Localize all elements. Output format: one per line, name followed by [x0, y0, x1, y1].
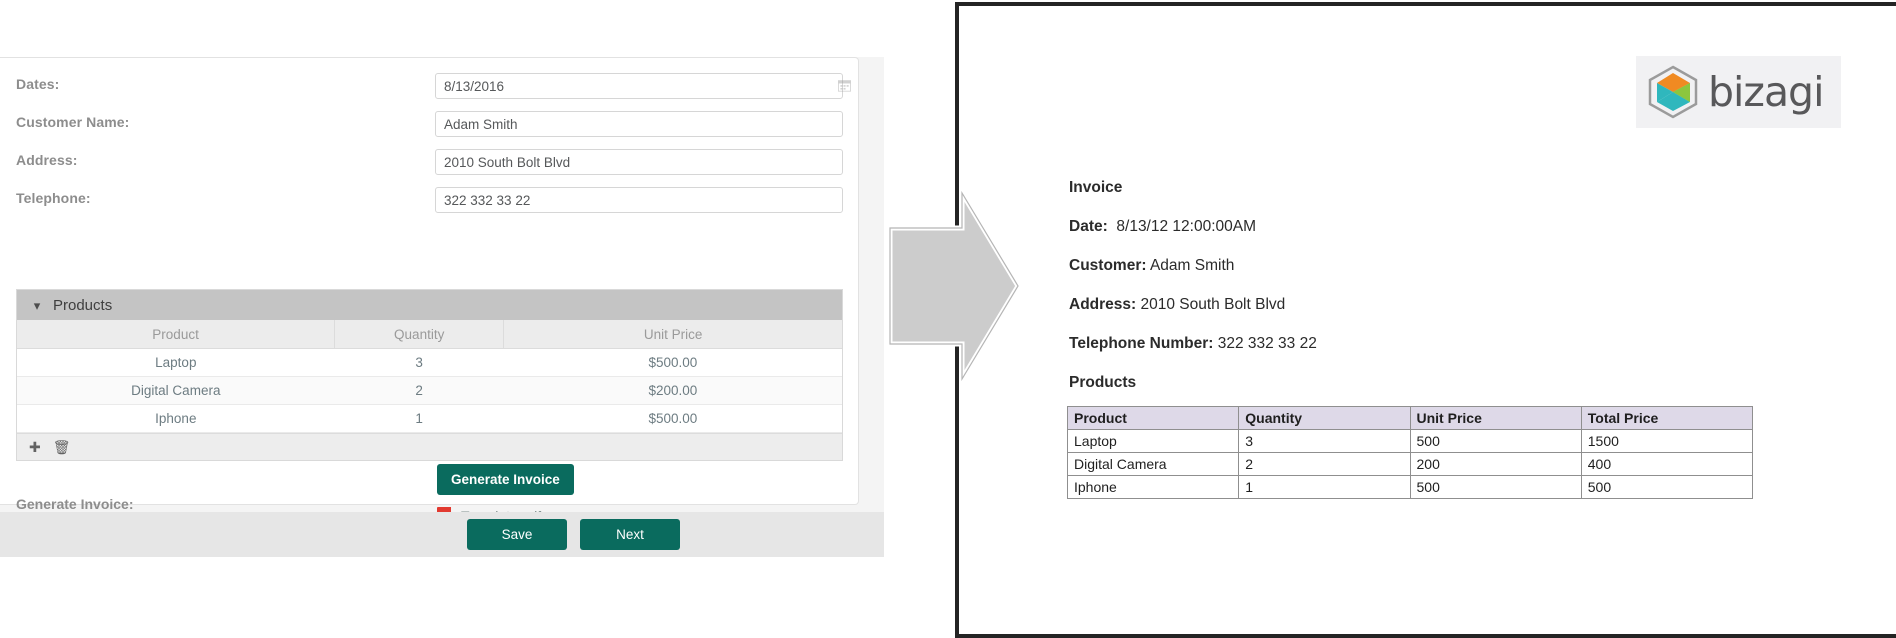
products-grid: Product Quantity Unit Price Laptop 3 $50…	[17, 320, 842, 433]
telephone-label: Telephone:	[16, 190, 91, 206]
products-grid-toolbar: ✚ 🗑	[17, 433, 842, 460]
bizagi-wordmark: bizagi	[1708, 67, 1824, 116]
customer-name-input[interactable]	[435, 111, 843, 137]
inv-cell-total-price: 400	[1580, 452, 1754, 476]
inv-cell-total-price: 500	[1580, 475, 1754, 499]
doc-customer: Customer: Adam Smith	[1069, 257, 1235, 274]
col-quantity: Quantity	[334, 320, 505, 349]
col-unit-price: Unit Price	[503, 320, 842, 349]
inv-col-unit-price: Unit Price	[1409, 406, 1582, 430]
inv-cell-product: Iphone	[1066, 475, 1240, 499]
cell-unit-price[interactable]: $500.00	[503, 404, 842, 433]
products-grid-header-row: Product Quantity Unit Price	[17, 320, 842, 349]
doc-products-heading: Products	[1069, 374, 1137, 391]
inv-cell-quantity: 2	[1238, 452, 1411, 476]
work-portal-form-panel: Dates: Customer Name: Address: Telep	[0, 57, 884, 557]
inv-cell-quantity: 3	[1238, 429, 1411, 453]
table-row[interactable]: Laptop 3 $500.00	[17, 348, 842, 377]
save-button[interactable]: Save	[467, 519, 567, 550]
products-group-title: Products	[53, 296, 113, 314]
bizagi-logo: bizagi	[1636, 56, 1841, 128]
cell-quantity[interactable]: 1	[334, 404, 504, 433]
invoice-document: bizagi Invoice Date: 8/13/12 12:00:00AM …	[959, 6, 1896, 634]
field-row-address: Address:	[0, 149, 859, 175]
table-row[interactable]: Iphone 1 $500.00	[17, 404, 842, 433]
inv-cell-quantity: 1	[1238, 475, 1411, 499]
cell-unit-price[interactable]: $200.00	[503, 376, 842, 405]
cell-product[interactable]: Laptop	[17, 348, 335, 377]
field-row-dates: Dates:	[0, 73, 859, 99]
col-product: Product	[17, 320, 336, 349]
cell-quantity[interactable]: 3	[334, 348, 504, 377]
trash-icon[interactable]: 🗑	[53, 440, 71, 454]
cell-quantity[interactable]: 2	[334, 376, 504, 405]
doc-address: Address: 2010 South Bolt Blvd	[1069, 296, 1286, 313]
cell-product[interactable]: Digital Camera	[17, 376, 335, 405]
generated-invoice-preview: bizagi Invoice Date: 8/13/12 12:00:00AM …	[955, 2, 1896, 638]
table-row: Laptop 3 500 1500	[1066, 429, 1754, 453]
calendar-icon[interactable]	[838, 79, 851, 92]
right-arrow-icon	[887, 187, 1021, 385]
products-group: ▾ Products Product Quantity Unit Price L…	[16, 289, 843, 461]
address-label: Address:	[16, 152, 78, 168]
plus-icon[interactable]: ✚	[29, 440, 41, 454]
inv-cell-total-price: 1500	[1580, 429, 1754, 453]
invoice-title: Invoice	[1069, 179, 1123, 196]
field-row-telephone: Telephone:	[0, 187, 859, 213]
field-row-customer-name: Customer Name:	[0, 111, 859, 137]
address-input[interactable]	[435, 149, 843, 175]
dates-label: Dates:	[16, 76, 60, 92]
inv-cell-product: Laptop	[1066, 429, 1240, 453]
next-button[interactable]: Next	[580, 519, 680, 550]
invoice-products-table: Product Quantity Unit Price Total Price …	[1066, 406, 1754, 499]
customer-name-label: Customer Name:	[16, 114, 130, 130]
table-row: Iphone 1 500 500	[1066, 475, 1754, 499]
chevron-down-icon[interactable]: ▾	[29, 297, 45, 313]
inv-cell-unit-price: 500	[1409, 475, 1582, 499]
telephone-input[interactable]	[435, 187, 843, 213]
generate-invoice-label: Generate Invoice:	[16, 496, 134, 512]
doc-date: Date: 8/13/12 12:00:00AM	[1069, 218, 1256, 235]
form-action-bar: Save Next	[0, 512, 884, 557]
inv-cell-product: Digital Camera	[1066, 452, 1240, 476]
bizagi-hexagon-icon	[1648, 65, 1698, 119]
products-group-header[interactable]: ▾ Products	[17, 290, 842, 320]
cell-unit-price[interactable]: $500.00	[503, 348, 842, 377]
inv-col-product: Product	[1066, 406, 1240, 430]
inv-col-quantity: Quantity	[1238, 406, 1411, 430]
form-card: Dates: Customer Name: Address: Telep	[0, 57, 859, 524]
inv-col-total-price: Total Price	[1580, 406, 1754, 430]
inv-cell-unit-price: 500	[1409, 429, 1582, 453]
inv-cell-unit-price: 200	[1409, 452, 1582, 476]
invoice-table-header-row: Product Quantity Unit Price Total Price	[1066, 406, 1754, 430]
generate-invoice-button[interactable]: Generate Invoice	[437, 464, 574, 495]
table-row: Digital Camera 2 200 400	[1066, 452, 1754, 476]
table-row[interactable]: Digital Camera 2 $200.00	[17, 376, 842, 405]
dates-input[interactable]	[435, 73, 843, 99]
doc-telephone: Telephone Number: 322 332 33 22	[1069, 335, 1317, 352]
cell-product[interactable]: Iphone	[17, 404, 335, 433]
